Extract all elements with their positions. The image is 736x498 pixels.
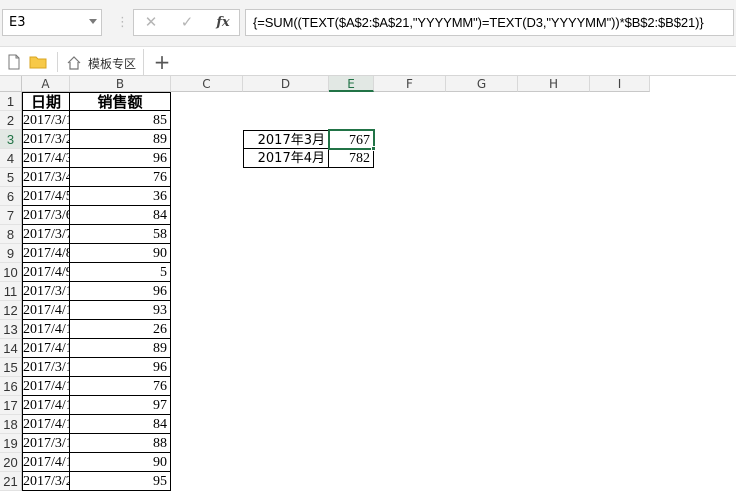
sales-cell[interactable]: 96: [70, 282, 171, 301]
sales-cell[interactable]: 88: [70, 434, 171, 453]
row-header-2[interactable]: 2: [0, 111, 22, 130]
date-cell[interactable]: 2017/4/16: [22, 396, 70, 415]
date-cell[interactable]: 2017/3/2: [22, 130, 70, 149]
spreadsheet-grid[interactable]: A B C D E F G H I 1 2 3 4 5 6 7 8 9 10 11 12 13 14 15 16 17 18 19 20…: [0, 76, 736, 498]
column-header-c[interactable]: C: [171, 76, 243, 92]
vertical-dots-icon: ⋮: [116, 15, 129, 30]
column-header-f[interactable]: F: [374, 76, 446, 92]
sales-cell[interactable]: 76: [70, 168, 171, 187]
sales-cell[interactable]: 93: [70, 301, 171, 320]
date-cell[interactable]: 2017/3/7: [22, 225, 70, 244]
date-cell[interactable]: 2017/3/14: [22, 358, 70, 377]
row-header-21[interactable]: 21: [0, 472, 22, 491]
date-cell[interactable]: 2017/3/4: [22, 168, 70, 187]
date-cell[interactable]: 2017/4/11: [22, 301, 70, 320]
column-header-b[interactable]: B: [70, 76, 171, 92]
row-header-8[interactable]: 8: [0, 225, 22, 244]
row-header-4[interactable]: 4: [0, 149, 22, 168]
sales-cell[interactable]: 36: [70, 187, 171, 206]
summary-total-cell[interactable]: 782: [329, 149, 374, 168]
sales-cell[interactable]: 89: [70, 130, 171, 149]
sales-cell[interactable]: 89: [70, 339, 171, 358]
date-cell[interactable]: 2017/4/13: [22, 339, 70, 358]
sales-cell[interactable]: 5: [70, 263, 171, 282]
column-header-g[interactable]: G: [446, 76, 518, 92]
sales-cell[interactable]: 84: [70, 206, 171, 225]
sales-cell[interactable]: 90: [70, 453, 171, 472]
row-header-17[interactable]: 17: [0, 396, 22, 415]
header-cell-sales[interactable]: 销售额: [70, 92, 171, 111]
row-header-7[interactable]: 7: [0, 206, 22, 225]
date-cell[interactable]: 2017/4/8: [22, 244, 70, 263]
new-document-icon[interactable]: [4, 53, 24, 71]
row-header-5[interactable]: 5: [0, 168, 22, 187]
date-cell[interactable]: 2017/3/18: [22, 434, 70, 453]
summary-total-cell[interactable]: 767: [329, 130, 374, 149]
column-header-d[interactable]: D: [243, 76, 329, 92]
date-cell[interactable]: 2017/3/10: [22, 282, 70, 301]
row-header-18[interactable]: 18: [0, 415, 22, 434]
row-header-9[interactable]: 9: [0, 244, 22, 263]
summary-month-cell[interactable]: 2017年4月: [243, 149, 329, 168]
fill-handle[interactable]: [371, 146, 376, 151]
row-header-10[interactable]: 10: [0, 263, 22, 282]
date-cell[interactable]: 2017/3/6: [22, 206, 70, 225]
tab-strip: 模板专区 +: [0, 46, 736, 76]
select-all-corner[interactable]: [0, 76, 22, 92]
date-cell[interactable]: 2017/4/9: [22, 263, 70, 282]
name-box-value: E3: [9, 15, 26, 30]
confirm-icon[interactable]: ✓: [172, 10, 202, 35]
folder-icon[interactable]: [28, 53, 48, 71]
divider: [57, 52, 58, 72]
date-cell[interactable]: 2017/4/19: [22, 453, 70, 472]
row-header-15[interactable]: 15: [0, 358, 22, 377]
date-cell[interactable]: 2017/4/12: [22, 320, 70, 339]
header-cell-date[interactable]: 日期: [22, 92, 70, 111]
sales-cell[interactable]: 84: [70, 415, 171, 434]
tab-template-zone[interactable]: 模板专区: [60, 49, 144, 76]
row-header-12[interactable]: 12: [0, 301, 22, 320]
name-box[interactable]: E3: [2, 9, 102, 36]
chevron-down-icon[interactable]: [89, 19, 97, 24]
sales-cell[interactable]: 58: [70, 225, 171, 244]
column-header-i[interactable]: I: [590, 76, 650, 92]
row-header-20[interactable]: 20: [0, 453, 22, 472]
row-header-1[interactable]: 1: [0, 92, 22, 111]
formula-input[interactable]: {=SUM((TEXT($A$2:$A$21,"YYYYMM")=TEXT(D3…: [245, 9, 734, 36]
tab-label: 模板专区: [88, 57, 137, 71]
add-tab-button[interactable]: +: [150, 49, 174, 75]
column-header-a[interactable]: A: [22, 76, 70, 92]
row-header-3[interactable]: 3: [0, 130, 22, 149]
date-cell[interactable]: 2017/4/15: [22, 377, 70, 396]
sales-cell[interactable]: 76: [70, 377, 171, 396]
date-cell[interactable]: 2017/3/1: [22, 111, 70, 130]
row-header-6[interactable]: 6: [0, 187, 22, 206]
date-cell[interactable]: 2017/4/17: [22, 415, 70, 434]
row-header-19[interactable]: 19: [0, 434, 22, 453]
cancel-icon[interactable]: ✕: [136, 10, 166, 35]
summary-month-cell[interactable]: 2017年3月: [243, 130, 329, 149]
sales-cell[interactable]: 96: [70, 149, 171, 168]
column-header-e[interactable]: E: [329, 76, 374, 92]
date-cell[interactable]: 2017/4/3: [22, 149, 70, 168]
sales-cell[interactable]: 90: [70, 244, 171, 263]
row-header-13[interactable]: 13: [0, 320, 22, 339]
row-header-11[interactable]: 11: [0, 282, 22, 301]
row-header-16[interactable]: 16: [0, 377, 22, 396]
sales-cell[interactable]: 95: [70, 472, 171, 491]
insert-function-button[interactable]: fx: [208, 10, 238, 35]
column-header-h[interactable]: H: [518, 76, 590, 92]
home-icon: [67, 56, 81, 70]
formula-buttons: ✕ ✓ fx: [133, 9, 240, 36]
row-header-14[interactable]: 14: [0, 339, 22, 358]
sales-cell[interactable]: 85: [70, 111, 171, 130]
formula-bar: E3 ⋮ ✕ ✓ fx {=SUM((TEXT($A$2:$A$21,"YYYY…: [0, 0, 736, 46]
sales-cell[interactable]: 97: [70, 396, 171, 415]
sales-cell[interactable]: 96: [70, 358, 171, 377]
date-cell[interactable]: 2017/3/20: [22, 472, 70, 491]
date-cell[interactable]: 2017/4/5: [22, 187, 70, 206]
sales-cell[interactable]: 26: [70, 320, 171, 339]
